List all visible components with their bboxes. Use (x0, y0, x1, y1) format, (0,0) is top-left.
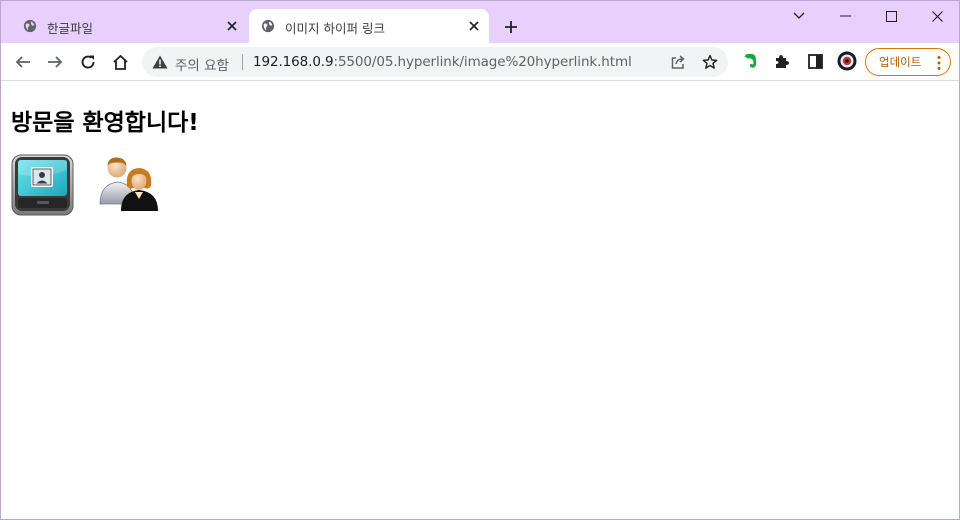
more-vert-icon (937, 56, 941, 70)
browser-toolbar: 주의 요함 192.168.0.9:5500/05.hyperlink/imag… (1, 43, 959, 81)
bookmark-button[interactable] (701, 53, 719, 71)
evernote-icon (744, 54, 757, 68)
reload-button[interactable] (77, 51, 99, 73)
close-window-button[interactable] (914, 5, 959, 27)
profile-button[interactable] (837, 51, 857, 71)
url-path: :5500/05.hyperlink/image%20hyperlink.htm… (333, 54, 632, 70)
minimize-icon (839, 15, 851, 17)
puzzle-icon (776, 55, 789, 68)
security-warning-text[interactable]: 주의 요함 (175, 54, 229, 74)
maximize-button[interactable] (868, 5, 914, 27)
update-button[interactable]: 업데이트 (865, 48, 951, 76)
users-image-link[interactable] (98, 154, 160, 216)
close-tab-button[interactable] (223, 17, 241, 35)
tab-hangul-file[interactable]: 한글파일 (11, 9, 247, 43)
new-tab-button[interactable] (500, 16, 522, 38)
url-text[interactable]: 192.168.0.9:5500/05.hyperlink/image%20hy… (253, 54, 632, 70)
monitor-image-link[interactable] (11, 154, 74, 220)
close-icon (227, 21, 237, 31)
share-button[interactable] (669, 53, 687, 71)
tab-title: 이미지 하이퍼 링크 (285, 21, 385, 36)
globe-icon (261, 19, 275, 33)
home-button[interactable] (109, 51, 131, 73)
tab-image-hyperlink[interactable]: 이미지 하이퍼 링크 (249, 9, 489, 43)
home-icon (112, 54, 128, 70)
share-icon (671, 55, 685, 69)
minimize-button[interactable] (822, 5, 868, 27)
close-tab-button[interactable] (465, 17, 483, 35)
extensions-button[interactable] (772, 51, 792, 71)
warning-icon (152, 55, 168, 69)
update-label: 업데이트 (879, 55, 922, 69)
forward-button[interactable] (44, 51, 66, 73)
users-icon (99, 157, 158, 211)
page-content: 방문을 환영합니다! (1, 81, 959, 519)
arrow-right-icon (48, 56, 63, 68)
avatar-icon (837, 51, 857, 71)
close-icon (931, 10, 943, 22)
star-icon (702, 54, 718, 69)
globe-icon (23, 19, 37, 33)
close-icon (469, 21, 479, 31)
tab-search-button[interactable] (776, 5, 822, 27)
chevron-down-icon (793, 12, 805, 19)
back-button[interactable] (12, 51, 34, 73)
tab-strip: 한글파일 이미지 하이퍼 링크 (1, 1, 959, 43)
tab-title: 한글파일 (47, 21, 94, 36)
side-panel-icon (807, 53, 823, 69)
url-host: 192.168.0.9 (253, 54, 334, 70)
maximize-icon (885, 10, 897, 22)
side-panel-button[interactable] (805, 51, 825, 71)
browser-window: 한글파일 이미지 하이퍼 링크 주의 요함 192.168.0.9:5500/0… (0, 0, 960, 520)
address-separator (242, 54, 243, 70)
reload-icon (81, 55, 95, 69)
evernote-extension-button[interactable] (741, 51, 761, 71)
address-bar[interactable]: 주의 요함 192.168.0.9:5500/05.hyperlink/imag… (142, 47, 728, 77)
page-heading: 방문을 환영합니다! (11, 110, 199, 136)
computer-monitor-icon (11, 154, 74, 216)
plus-icon (505, 21, 517, 33)
arrow-left-icon (15, 56, 30, 68)
